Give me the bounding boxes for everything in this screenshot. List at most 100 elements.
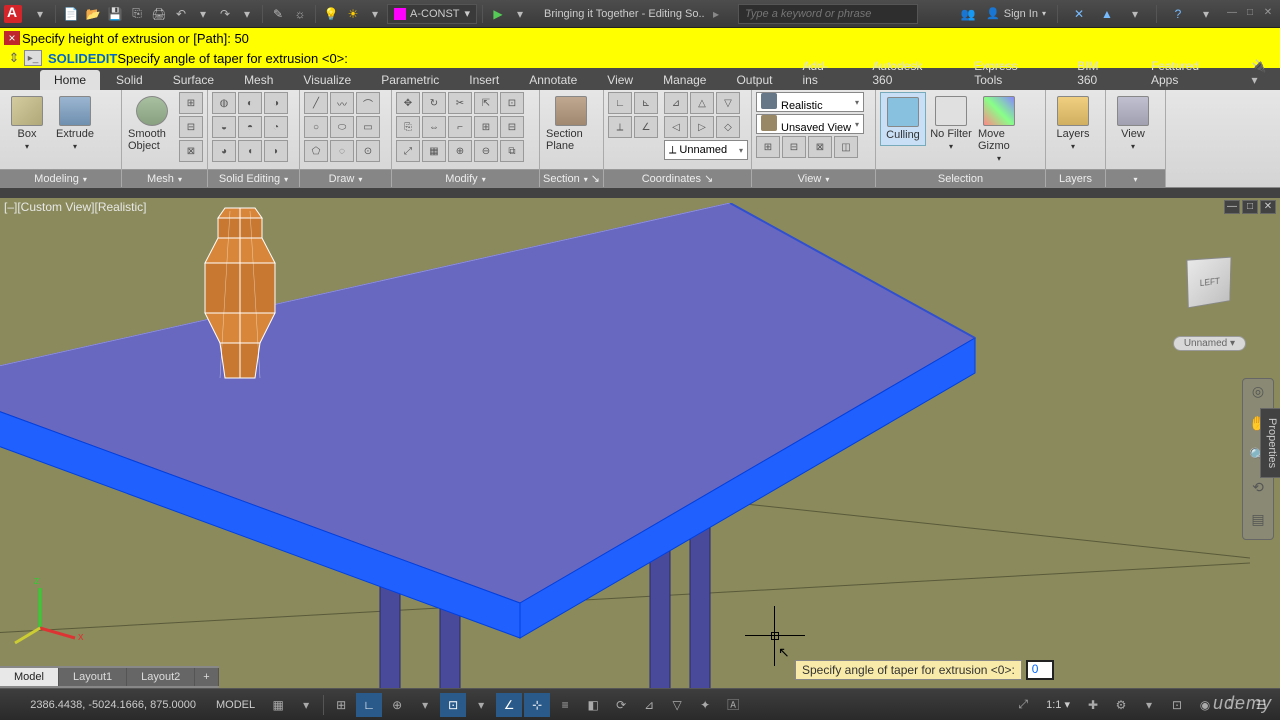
- draw-icon[interactable]: ⊙: [356, 140, 380, 162]
- mod-icon[interactable]: ⊞: [474, 116, 498, 138]
- new-icon[interactable]: 📄: [61, 4, 81, 24]
- lock-icon[interactable]: ▾: [365, 4, 385, 24]
- a360-icon[interactable]: ▲: [1097, 4, 1117, 24]
- ribbon-tab-plugin-icon[interactable]: 🔌▾: [1243, 56, 1280, 90]
- ribbon-tab-surface[interactable]: Surface: [159, 70, 228, 90]
- mod-icon[interactable]: ⇔: [422, 116, 446, 138]
- smooth-object-button[interactable]: Smooth Object: [126, 92, 177, 156]
- mod-icon[interactable]: ⊡: [500, 92, 524, 114]
- mod-icon[interactable]: ⇱: [474, 92, 498, 114]
- tab-layout1[interactable]: Layout1: [59, 668, 127, 686]
- ucs-icon[interactable]: ∟: [608, 92, 632, 114]
- a360-dd-icon[interactable]: ▾: [1125, 4, 1145, 24]
- tab-model[interactable]: Model: [0, 668, 59, 686]
- ucs-icon[interactable]: ∠: [634, 116, 658, 138]
- properties-palette-tab[interactable]: Properties: [1260, 408, 1280, 478]
- ribbon-tab-featured[interactable]: Featured Apps: [1137, 56, 1241, 90]
- mod-icon[interactable]: ⊕: [448, 140, 472, 162]
- close-icon[interactable]: ✕: [1260, 7, 1276, 21]
- viewcube[interactable]: LEFT: [1170, 248, 1250, 328]
- grid-dd-icon[interactable]: ▾: [293, 693, 319, 717]
- ortho-icon[interactable]: ∟: [356, 693, 382, 717]
- infocenter-icon[interactable]: 👥: [958, 4, 978, 24]
- annoscale-icon[interactable]: 🄰: [720, 693, 746, 717]
- tab-layout2[interactable]: Layout2: [127, 668, 195, 686]
- saveas-icon[interactable]: ⎘: [127, 4, 147, 24]
- mod-icon[interactable]: ↻: [422, 92, 446, 114]
- ucs-icon[interactable]: ◁: [664, 116, 688, 138]
- tab-add-icon[interactable]: +: [195, 668, 218, 686]
- orbit-icon[interactable]: ⟲: [1246, 479, 1270, 503]
- mod-icon[interactable]: ⊖: [474, 140, 498, 162]
- mod-icon[interactable]: ▦: [422, 140, 446, 162]
- view-tool-icon[interactable]: ⊞: [756, 136, 780, 158]
- ribbon-tab-express[interactable]: Express Tools: [960, 56, 1061, 90]
- mod-icon[interactable]: ⎘: [396, 116, 420, 138]
- polar-icon[interactable]: ⊕: [384, 693, 410, 717]
- title-more-icon[interactable]: ▸: [706, 4, 726, 24]
- annomon-icon[interactable]: ✚: [1080, 693, 1106, 717]
- ribbon-tab-parametric[interactable]: Parametric: [367, 70, 453, 90]
- ribbon-tab-mesh[interactable]: Mesh: [230, 70, 287, 90]
- se-icon[interactable]: ◓: [238, 116, 262, 138]
- vp-maximize-icon[interactable]: □: [1242, 200, 1258, 214]
- redo-dd-icon[interactable]: ▾: [237, 4, 257, 24]
- dyninput-icon[interactable]: ⊹: [524, 693, 550, 717]
- ucs-icon[interactable]: ⊾: [634, 92, 658, 114]
- grid-icon[interactable]: ▦: [265, 693, 291, 717]
- mesh-tool-icon[interactable]: ⊠: [179, 140, 203, 162]
- workspace-icon[interactable]: ⚙: [1108, 693, 1134, 717]
- osnap-icon[interactable]: ⊡: [440, 693, 466, 717]
- view-tool-icon[interactable]: ⊠: [808, 136, 832, 158]
- bulb-icon[interactable]: 💡: [321, 4, 341, 24]
- play-icon[interactable]: ▶: [488, 4, 508, 24]
- ribbon-tab-visualize[interactable]: Visualize: [289, 70, 365, 90]
- section-plane-button[interactable]: Section Plane: [544, 92, 598, 156]
- plot-icon[interactable]: 🖨: [149, 4, 169, 24]
- steering-wheel-icon[interactable]: ◎: [1246, 383, 1270, 407]
- draw-icon[interactable]: ⬭: [330, 116, 354, 138]
- match-icon[interactable]: ✎: [268, 4, 288, 24]
- viewport[interactable]: [–][Custom View][Realistic] — □ ✕: [0, 198, 1280, 688]
- view-tool-icon[interactable]: ◫: [834, 136, 858, 158]
- scale-icon[interactable]: ⤢: [1010, 693, 1036, 717]
- mod-icon[interactable]: ✂: [448, 92, 472, 114]
- exchange-icon[interactable]: ✕: [1069, 4, 1089, 24]
- mod-icon[interactable]: ⤢: [396, 140, 420, 162]
- mod-icon[interactable]: ⊟: [500, 116, 524, 138]
- draw-icon[interactable]: ╱: [304, 92, 328, 114]
- extrude-button[interactable]: Extrude▾: [52, 92, 98, 155]
- ucs-icon[interactable]: ▽: [716, 92, 740, 114]
- command-resize-icon[interactable]: ⇕: [4, 50, 24, 66]
- qat-menu-icon[interactable]: ▾: [30, 4, 50, 24]
- isodraft-icon[interactable]: ▾: [412, 693, 438, 717]
- mod-icon[interactable]: ✥: [396, 92, 420, 114]
- command-close-icon[interactable]: ×: [4, 31, 20, 45]
- ribbon-tab-bim360[interactable]: BIM 360: [1063, 56, 1135, 90]
- ucs-icon[interactable]: ◇: [716, 116, 740, 138]
- filter-icon[interactable]: ▽: [664, 693, 690, 717]
- se-icon[interactable]: ◕: [212, 140, 236, 162]
- command-prompt-icon[interactable]: ▸_: [24, 50, 42, 66]
- mod-icon[interactable]: ⧉: [500, 140, 524, 162]
- visual-style-combo[interactable]: Realistic: [756, 92, 864, 112]
- viewport-label[interactable]: [–][Custom View][Realistic]: [4, 200, 147, 214]
- ribbon-tab-output[interactable]: Output: [722, 70, 786, 90]
- cycling-icon[interactable]: ⟳: [608, 693, 634, 717]
- se-icon[interactable]: ◒: [212, 116, 236, 138]
- ucs-named-combo[interactable]: ⟂ Unnamed: [664, 140, 748, 160]
- se-icon[interactable]: ◖: [238, 140, 262, 162]
- help-dd-icon[interactable]: ▾: [1196, 4, 1216, 24]
- save-icon[interactable]: 💾: [105, 4, 125, 24]
- undo-dd-icon[interactable]: ▾: [193, 4, 213, 24]
- ribbon-tab-manage[interactable]: Manage: [649, 70, 720, 90]
- ucs-icon[interactable]: ▷: [690, 116, 714, 138]
- open-icon[interactable]: 📂: [83, 4, 103, 24]
- vp-close-icon[interactable]: ✕: [1260, 200, 1276, 214]
- maximize-icon[interactable]: □: [1242, 7, 1258, 21]
- se-icon[interactable]: ◔: [264, 116, 288, 138]
- dducs-icon[interactable]: ⊿: [636, 693, 662, 717]
- search-input[interactable]: [738, 4, 918, 24]
- mod-icon[interactable]: ⌐: [448, 116, 472, 138]
- help-icon[interactable]: ?: [1168, 4, 1188, 24]
